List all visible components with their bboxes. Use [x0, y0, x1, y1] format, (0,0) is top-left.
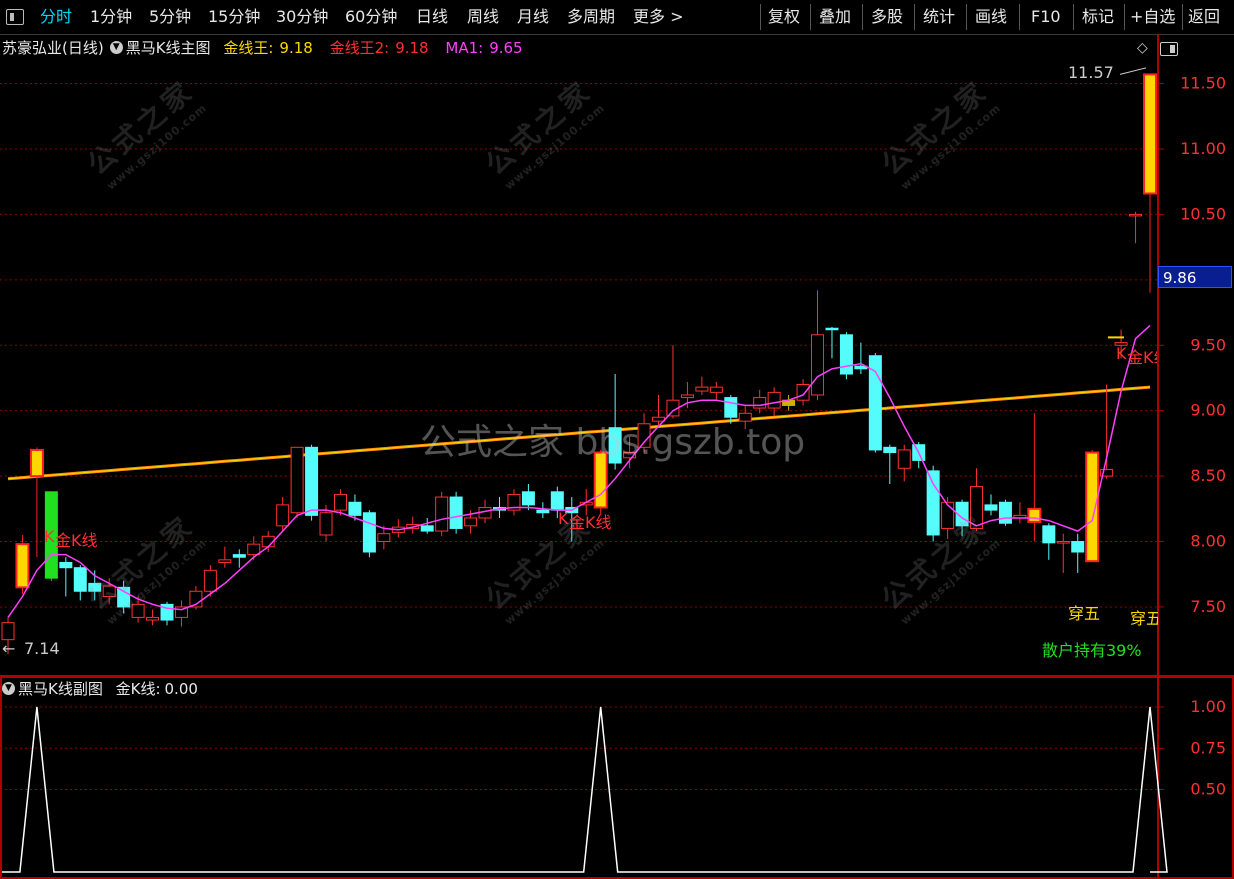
candle-body	[15, 543, 30, 589]
sub-tick-label: 0.75	[1190, 738, 1226, 757]
legend-goldline2-name: 金线王2:	[329, 39, 390, 57]
candle-body	[377, 533, 391, 543]
legend-goldline-name: 金线王:	[223, 39, 274, 57]
indicator-name[interactable]: 黑马K线主图	[126, 39, 211, 57]
price-tick-label: 11.00	[1180, 139, 1226, 158]
high-price-label: 11.57	[1068, 63, 1114, 82]
sub-indicator-name[interactable]: 黑马K线副图	[18, 680, 103, 698]
sub-tick-label: 0.50	[1190, 780, 1226, 799]
sub-legend-name: 金K线:	[115, 680, 161, 698]
candle-body	[449, 496, 463, 529]
sub-legend-value: 0.00	[164, 680, 198, 698]
candle-body	[59, 561, 73, 569]
legend-goldline-value: 9.18	[279, 39, 313, 57]
candle-body	[550, 491, 564, 511]
legend-ma1-name: MA1:	[445, 39, 484, 57]
signal-prefix: K	[1116, 344, 1127, 363]
candle-body	[29, 448, 44, 478]
candle-body	[333, 493, 347, 511]
diamond-icon[interactable]: ◇	[1137, 37, 1148, 59]
candle-body	[839, 334, 853, 375]
signal-prefix: K	[558, 509, 569, 528]
candle-body	[998, 501, 1012, 524]
low-price-label: 7.14	[24, 639, 60, 658]
price-tick-label: 9.00	[1190, 401, 1226, 420]
candle-body	[464, 517, 478, 527]
candle-body	[536, 509, 550, 514]
signal-label: 金K线	[55, 531, 98, 550]
candle-body	[811, 334, 825, 396]
candle-body	[1071, 541, 1085, 553]
candle-body	[348, 501, 362, 516]
candle-body	[1027, 507, 1042, 523]
candle-body	[521, 491, 535, 506]
retail-hold-label: 散户持有39%	[1042, 641, 1142, 660]
chevron-down-icon[interactable]: ▼	[2, 682, 15, 695]
price-tick-label: 7.50	[1190, 597, 1226, 616]
candle-body	[695, 386, 709, 392]
price-tick-label: 11.50	[1180, 74, 1226, 93]
candle-body	[290, 446, 304, 514]
candle-body	[1129, 213, 1143, 217]
candle-body	[218, 559, 232, 563]
main-panel-header: 苏豪弘业(日线) ▼ 黑马K线主图 金线王: 9.18 金线王2: 9.18 MA1: 9…	[2, 37, 523, 59]
panel-layout-icon[interactable]	[1160, 42, 1178, 56]
signal-prefix: K	[44, 527, 55, 546]
signal-label: 金K线	[569, 513, 612, 532]
candle-body	[767, 391, 781, 409]
price-tick-label: 9.50	[1190, 335, 1226, 354]
candle-body	[796, 384, 810, 401]
candle-body	[247, 543, 261, 556]
candle-body	[435, 496, 449, 532]
candle-body	[420, 525, 434, 532]
candle-body	[146, 616, 160, 621]
legend-ma1-value: 9.65	[489, 39, 523, 57]
ma1-line	[7, 325, 1151, 618]
sub-panel-header: ▼ 黑马K线副图 金K线: 0.00	[2, 678, 198, 700]
candle-body	[203, 569, 217, 592]
candle-body	[1042, 525, 1056, 544]
watermark-center: 公式之家 bbs.gszb.top	[420, 422, 806, 463]
chevron-down-icon[interactable]: ▼	[109, 41, 123, 54]
candle-body	[926, 470, 940, 536]
high-pointer	[1119, 67, 1147, 75]
candle-body	[680, 394, 694, 399]
price-tick-label: 8.00	[1190, 532, 1226, 551]
cross-label: 穿五	[1068, 604, 1101, 623]
sub-tick-label: 1.00	[1190, 697, 1226, 716]
candle-body	[825, 327, 839, 331]
candle-body	[709, 386, 723, 393]
price-tick-label: 10.50	[1180, 204, 1226, 223]
candle-body	[232, 554, 246, 558]
legend-goldline2-value: 9.18	[395, 39, 429, 57]
candle-body	[753, 397, 767, 409]
candle-body	[1056, 541, 1070, 544]
candle-body	[897, 449, 911, 469]
current-price-tag: 9.86	[1158, 266, 1232, 288]
candle-body	[305, 446, 319, 516]
candle-body	[883, 446, 897, 454]
candle-body	[1, 622, 15, 641]
candle-body	[984, 504, 998, 511]
candle-body	[362, 512, 376, 553]
stock-name[interactable]: 苏豪弘业(日线)	[2, 39, 104, 57]
low-price-arrow-icon: ←	[2, 639, 16, 658]
signal-label: 金K线	[1127, 348, 1157, 367]
candle-body	[319, 512, 333, 536]
candle-body	[1085, 451, 1100, 563]
candle-body	[1143, 73, 1157, 195]
cross-label: 穿五	[1130, 609, 1158, 628]
candle-body	[276, 504, 290, 527]
price-tick-label: 8.50	[1190, 466, 1226, 485]
